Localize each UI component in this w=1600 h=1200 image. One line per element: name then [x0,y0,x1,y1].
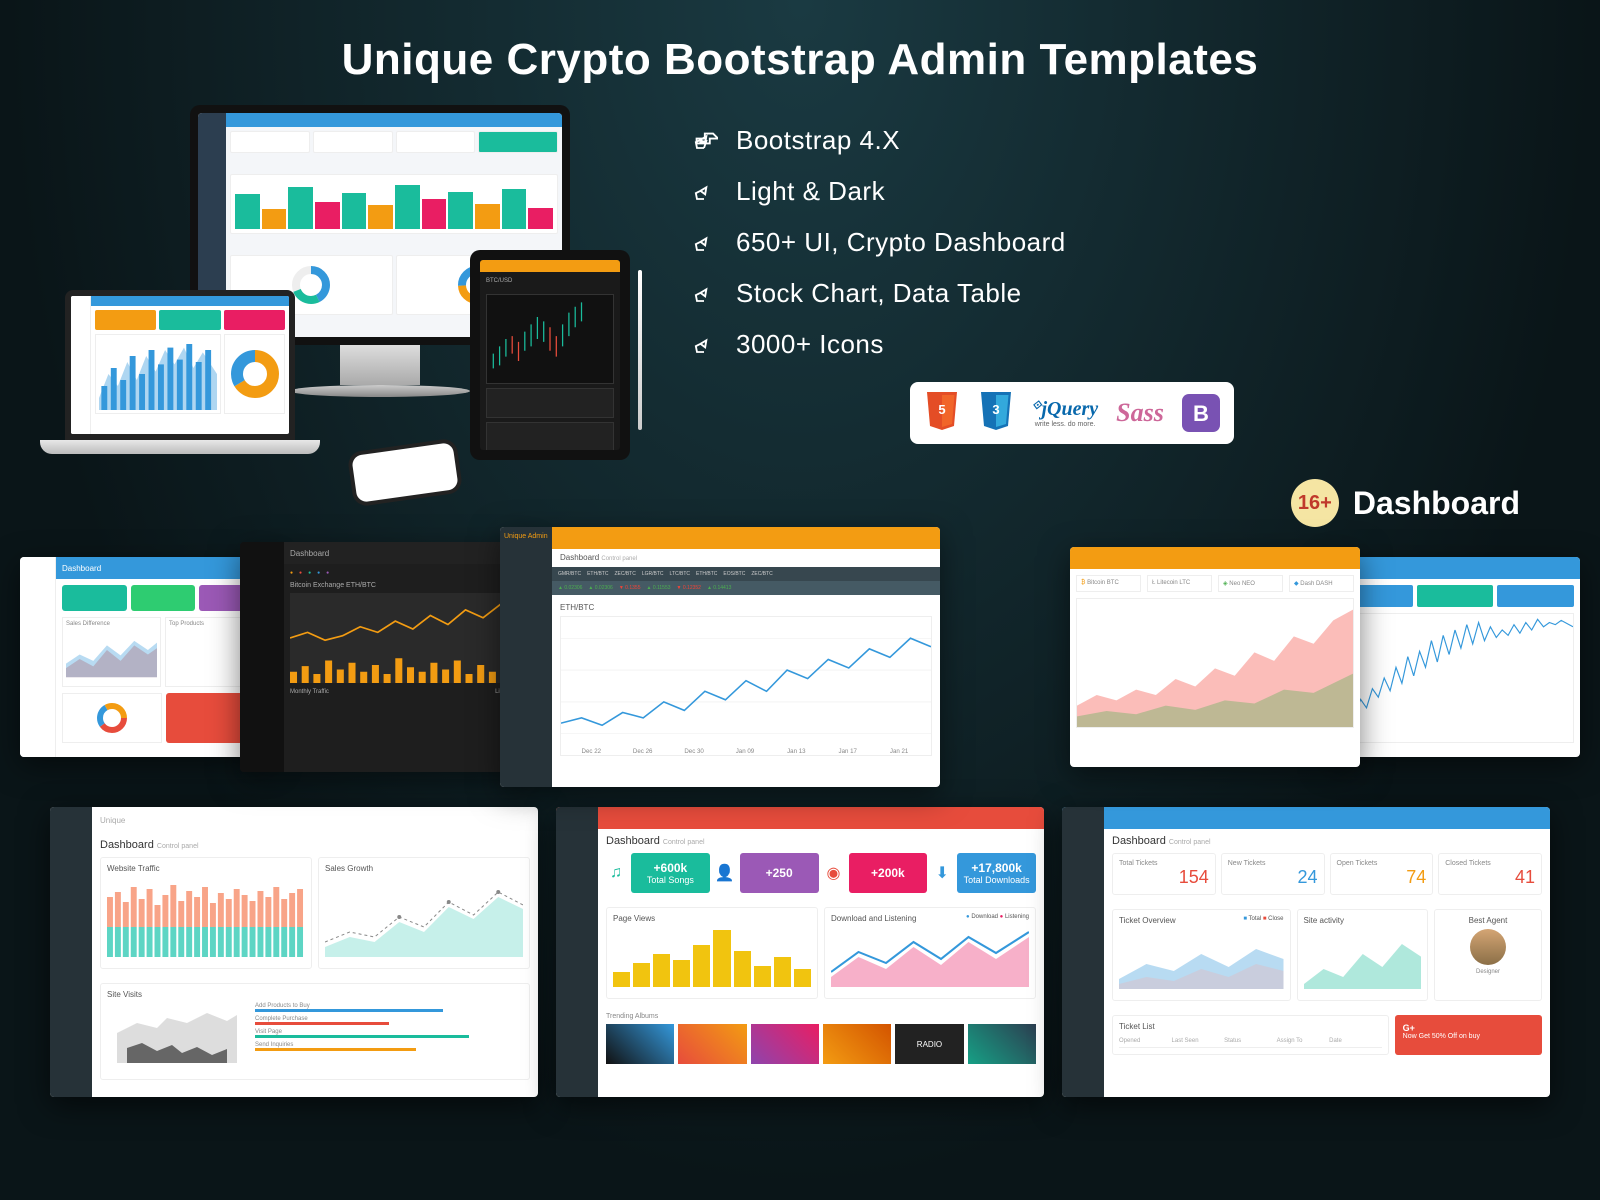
feature-text: Light & Dark [736,176,885,207]
stat-value: 154 [1119,867,1209,888]
pair: LGR/BTC [642,571,664,577]
tech-badges: 5HTML 3CSS ⟐jQuery write less. do more. … [910,382,1234,444]
stat-value: 41 [1445,867,1535,888]
chart-title: ETH/BTC [560,603,932,612]
brand: Unique Admin [500,527,552,546]
stat-label: New Tickets [1228,860,1318,867]
point-icon [690,280,718,308]
feature-item: Bootstrap 4.X [690,115,1560,166]
feature-list: Bootstrap 4.X Light & Dark 650+ UI, Cryp… [690,105,1560,527]
laptop-mockup [40,290,320,454]
stat-value: +17,800k [971,861,1021,875]
page-title: Unique Crypto Bootstrap Admin Templates [0,0,1600,105]
point-icon [690,229,718,257]
svg-text:Jan 09: Jan 09 [736,748,755,755]
pair: LTC/BTC [670,571,690,577]
sass-badge: Sass [1116,398,1164,428]
pair: ETH/BTC [587,571,608,577]
feature-text: 3000+ Icons [736,329,884,360]
preview-card: ₿ Bitcoin BTC Ł Litecoin LTC ◈ Neo NEO ◆… [1070,547,1360,767]
promo-text: Now Get 50% Off on buy [1403,1033,1534,1040]
stat-value: 24 [1228,867,1318,888]
stat-label: Total Tickets [1119,860,1209,867]
feature-item: 650+ UI, Crypto Dashboard [690,217,1560,268]
card-title: Dashboard [100,839,154,851]
stat-value: +200k [871,866,905,880]
label: Monthly Traffic [290,689,329,695]
svg-text:3: 3 [992,402,999,417]
card-title: Dashboard [62,564,101,573]
feature-item: 3000+ Icons [690,319,1560,370]
dashboard-count-label: Dashboard [1353,485,1520,522]
dashboard-count-badge: 16+ [1291,479,1339,527]
point-icon [690,127,718,155]
chart-title: Site Visits [107,990,523,999]
css3-badge: 3CSS [978,392,1014,434]
point-icon [690,178,718,206]
section-title: Trending Albums [606,1013,1036,1020]
svg-text:Jan 13: Jan 13 [787,748,806,755]
tablet-mockup: BTC/USD [470,250,630,460]
avatar [1470,929,1506,965]
card-title: Dashboard [290,549,329,558]
preview-card [1330,557,1580,757]
stylus [638,270,642,430]
pair: ZEC/BTC [614,571,635,577]
card-title: Dashboard [560,553,599,562]
svg-text:Jan 21: Jan 21 [890,748,909,755]
svg-text:Jan 17: Jan 17 [839,748,858,755]
stat-value: 74 [1337,867,1427,888]
feature-text: Stock Chart, Data Table [736,278,1022,309]
card-title: Dashboard [606,835,660,847]
svg-text:Dec 26: Dec 26 [633,748,653,755]
coin: Bitcoin BTC [1087,580,1119,586]
pair: EOS/BTC [723,571,745,577]
feature-item: Stock Chart, Data Table [690,268,1560,319]
chart-title: Download and Listening [831,914,916,923]
pair: GMR/BTC [558,571,581,577]
chart-title: Site activity [1304,916,1344,925]
chart-title: Sales Growth [325,864,523,873]
svg-text:B: B [1193,401,1209,426]
coin: Litecoin LTC [1157,580,1190,586]
chart-title: Website Traffic [107,864,305,873]
stat-label: Closed Tickets [1445,860,1535,867]
bootstrap-badge: B [1182,394,1220,432]
point-icon [690,331,718,359]
preview-card: Dashboard ●●●●● Bitcoin Exchange ETH/BTC [240,542,530,772]
coin: Dash DASH [1300,581,1332,587]
html5-badge: 5HTML [924,392,960,434]
stat-label: Open Tickets [1337,860,1427,867]
stat-value: +250 [766,866,793,880]
chart-title: Bitcoin Exchange ETH/BTC [290,582,524,589]
preview-card-tickets: Dashboard Control panel Total Tickets154… [1062,807,1550,1097]
phone-mockup [347,438,464,508]
device-mockups: BTC/USD [40,105,660,485]
card-title: Dashboard [1112,835,1166,847]
preview-card: Dashboard Sales Difference Top Products [20,557,270,757]
chart-title: Page Views [613,914,811,923]
chart-title: Ticket Overview [1119,916,1176,925]
pair: ETH/BTC [696,571,717,577]
svg-text:Dec 30: Dec 30 [684,748,704,755]
svg-text:5: 5 [938,402,945,417]
jquery-badge: ⟐jQuery write less. do more. [1032,398,1098,428]
preview-card-music: Dashboard Control panel ♫ +600kTotal Son… [556,807,1044,1097]
feature-text: Bootstrap 4.X [736,125,900,156]
stat-value: +600k [654,861,688,875]
feature-text: 650+ UI, Crypto Dashboard [736,227,1066,258]
chart-title: Best Agent [1441,916,1535,925]
coin: Neo NEO [1229,581,1255,587]
feature-item: Light & Dark [690,166,1560,217]
preview-card-crypto: Unique Admin Dashboard Control panel GMR… [500,527,940,787]
pair: ZEC/BTC [751,571,772,577]
preview-card-traffic: Unique Dashboard Control panel Website T… [50,807,538,1097]
section-title: Ticket List [1119,1022,1382,1031]
svg-text:Dec 22: Dec 22 [582,748,602,755]
